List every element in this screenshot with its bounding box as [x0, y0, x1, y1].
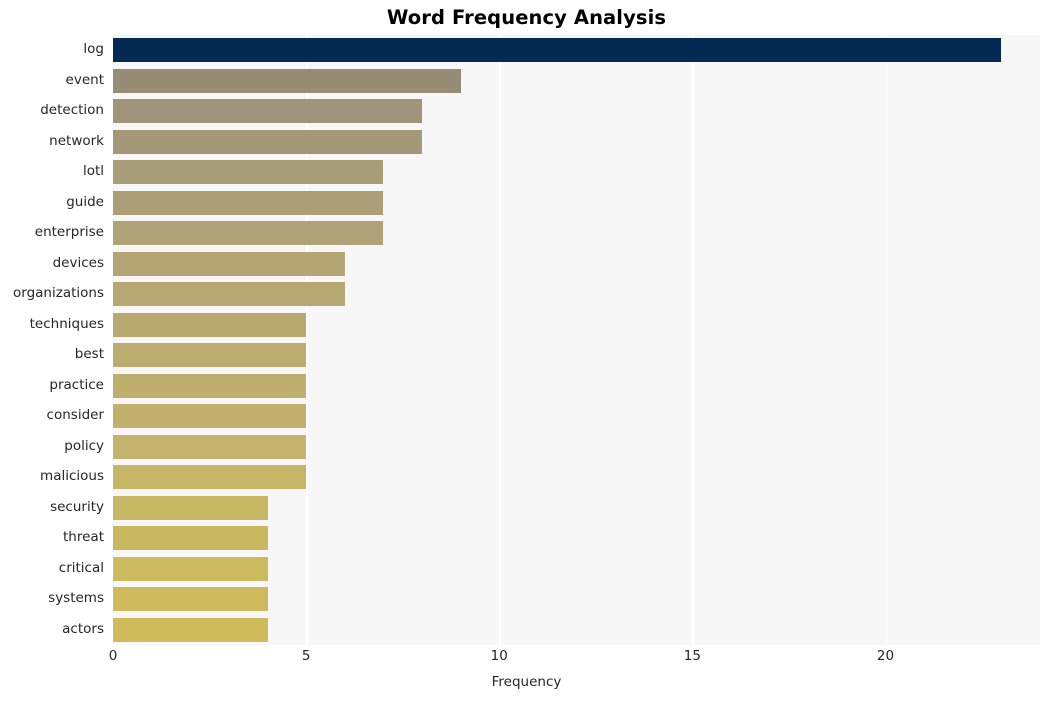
bars-layer [113, 35, 1040, 645]
bar-row [113, 465, 1040, 490]
y-tick-label-best: best [74, 346, 104, 363]
bar-row [113, 495, 1040, 520]
x-axis-title: Frequency [491, 674, 562, 690]
y-tick-label-event: event [65, 71, 104, 88]
x-tick-label-5: 5 [301, 648, 311, 664]
bar-row [113, 404, 1040, 429]
chart-title: Word Frequency Analysis [386, 6, 667, 29]
bar-actors[interactable] [113, 617, 268, 642]
y-tick-label-network: network [49, 132, 104, 149]
x-tick-label-10: 10 [490, 648, 508, 664]
bar-row [113, 587, 1040, 612]
bar-row [113, 251, 1040, 276]
bar-row [113, 190, 1040, 215]
bar-devices[interactable] [113, 251, 345, 276]
y-tick-label-threat: threat [63, 529, 104, 546]
bar-practice[interactable] [113, 373, 307, 398]
x-axis-ticks: 0 5 10 15 20 [0, 648, 1053, 674]
bar-policy[interactable] [113, 434, 307, 459]
y-tick-label-critical: critical [58, 559, 104, 576]
x-tick-label-15: 15 [683, 648, 701, 664]
y-tick-label-systems: systems [48, 590, 104, 607]
bar-row [113, 556, 1040, 581]
y-tick-label-organizations: organizations [13, 285, 104, 302]
bar-network[interactable] [113, 129, 422, 154]
y-tick-label-techniques: techniques [29, 315, 104, 332]
bar-event[interactable] [113, 68, 461, 93]
bar-organizations[interactable] [113, 282, 345, 307]
bar-critical[interactable] [113, 556, 268, 581]
y-tick-label-security: security [50, 498, 104, 515]
bar-row [113, 99, 1040, 124]
y-tick-label-actors: actors [62, 620, 104, 637]
y-tick-label-practice: practice [49, 376, 104, 393]
x-tick-label-0: 0 [108, 648, 118, 664]
bar-row [113, 343, 1040, 368]
bar-enterprise[interactable] [113, 221, 384, 246]
y-tick-label-detection: detection [40, 102, 104, 119]
bar-row [113, 160, 1040, 185]
bar-consider[interactable] [113, 404, 307, 429]
bar-row [113, 221, 1040, 246]
x-tick-label-20: 20 [876, 648, 895, 664]
y-tick-label-policy: policy [64, 437, 104, 454]
y-tick-label-lotl: lotl [82, 163, 104, 180]
bar-detection[interactable] [113, 99, 422, 124]
bar-techniques[interactable] [113, 312, 307, 337]
chart-figure: Word Frequency Analysis log event detectio… [0, 0, 1053, 701]
bar-row [113, 38, 1040, 63]
bar-row [113, 68, 1040, 93]
bar-lotl[interactable] [113, 160, 384, 185]
bar-systems[interactable] [113, 587, 268, 612]
bar-row [113, 312, 1040, 337]
bar-row [113, 282, 1040, 307]
bar-guide[interactable] [113, 190, 384, 215]
bar-row [113, 617, 1040, 642]
y-tick-label-malicious: malicious [40, 468, 104, 485]
bar-row [113, 373, 1040, 398]
bar-malicious[interactable] [113, 465, 307, 490]
y-tick-label-guide: guide [66, 193, 104, 210]
bar-row [113, 526, 1040, 551]
y-tick-label-consider: consider [46, 407, 104, 424]
bar-log[interactable] [113, 38, 1002, 63]
bar-threat[interactable] [113, 526, 268, 551]
bar-row [113, 129, 1040, 154]
bar-row [113, 434, 1040, 459]
y-tick-label-log: log [83, 41, 104, 58]
y-tick-label-devices: devices [52, 254, 104, 271]
y-tick-label-enterprise: enterprise [34, 224, 104, 241]
y-axis-labels: log event detection network lotl guide enterpr… [0, 35, 104, 645]
bar-security[interactable] [113, 495, 268, 520]
bar-best[interactable] [113, 343, 307, 368]
